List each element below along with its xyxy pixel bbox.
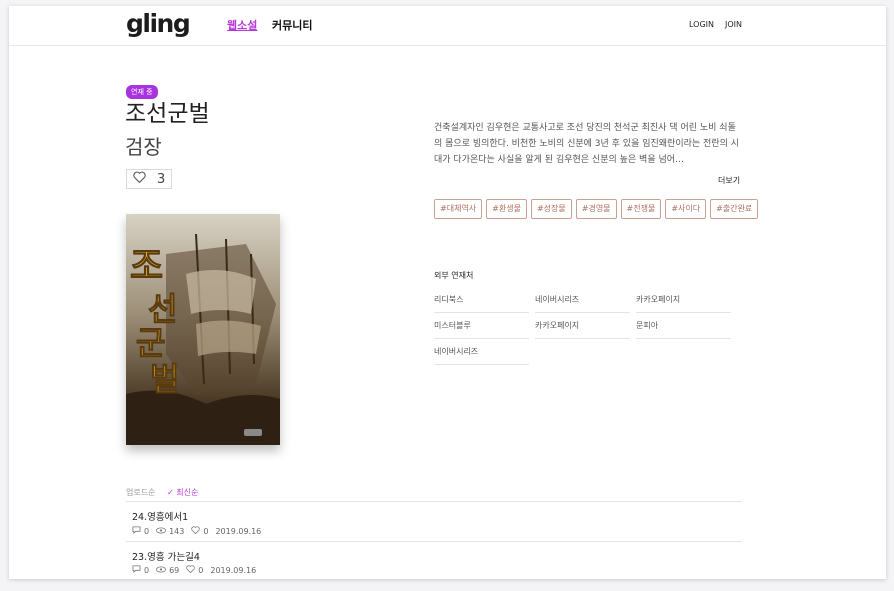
external-platform-link[interactable]: 카카오페이지 [636, 287, 731, 313]
login-link[interactable]: LOGIN [689, 20, 714, 29]
external-platform-link[interactable]: 리디북스 [434, 287, 529, 313]
eye-icon [156, 526, 167, 536]
tag[interactable]: #대체역사 [434, 199, 483, 219]
tag[interactable]: #전쟁물 [620, 199, 662, 219]
divider [126, 501, 742, 502]
external-platforms-list: 리디북스 네이버시리즈 카카오페이지 미스터블루 카카오페이지 문피아 네이버시… [434, 287, 734, 365]
heart-icon [191, 526, 201, 536]
like-count: 0 [203, 526, 209, 536]
sort-upload-order[interactable]: 업로드순 [126, 487, 155, 498]
svg-text:선: 선 [148, 290, 177, 328]
episode-title[interactable]: 24.영흥에서1 [132, 509, 188, 523]
tag[interactable]: #경영물 [575, 199, 617, 219]
external-platform-link[interactable]: 카카오페이지 [535, 313, 630, 339]
external-platforms-title: 외부 연재처 [434, 271, 474, 280]
header: gling 웹소설 커뮤니티 LOGIN JOIN [9, 6, 886, 46]
like-button[interactable]: 3 [126, 169, 172, 189]
sort-latest[interactable]: ✓ 최신순 [167, 487, 198, 498]
join-link[interactable]: JOIN [725, 20, 742, 29]
heart-icon [132, 171, 146, 187]
novel-title: 조선군벌 [125, 101, 210, 127]
episode-meta: 0 69 0 2019.09.16 [132, 565, 256, 575]
nav-community[interactable]: 커뮤니티 [272, 17, 312, 33]
view-count: 143 [169, 526, 185, 536]
view-count: 69 [169, 565, 180, 575]
comment-count: 0 [144, 565, 150, 575]
episode-date: 2019.09.16 [215, 526, 262, 536]
external-platform-link[interactable]: 미스터블루 [434, 313, 529, 339]
logo[interactable]: gling [126, 9, 191, 38]
novel-author[interactable]: 검장 [125, 131, 162, 160]
tag[interactable]: #환생물 [486, 199, 527, 219]
status-badge: 연재 중 [126, 85, 158, 99]
episode-title[interactable]: 23.영흥 가는길4 [132, 549, 200, 563]
nav-webnovel[interactable]: 웹소설 [227, 17, 257, 33]
comment-icon [132, 526, 141, 536]
svg-text:조: 조 [130, 246, 163, 287]
tag[interactable]: #사이다 [665, 199, 707, 219]
external-platform-link[interactable]: 네이버시리즈 [434, 339, 529, 365]
episode-meta: 0 143 0 2019.09.16 [132, 526, 261, 536]
like-count: 3 [157, 171, 166, 187]
comment-count: 0 [144, 526, 150, 536]
more-button[interactable]: 더보기 [718, 175, 740, 186]
external-platform-link[interactable]: 네이버시리즈 [535, 287, 630, 313]
svg-text:군: 군 [136, 324, 165, 362]
episode-date: 2019.09.16 [210, 565, 257, 575]
external-platform-link[interactable]: 문피아 [636, 313, 731, 339]
novel-description: 건축설계자인 김우현은 교통사고로 조선 당진의 천석군 최진사 댁 어린 노비… [434, 123, 740, 165]
like-count: 0 [198, 565, 204, 575]
tag-list: #대체역사 #환생물 #성장물 #경영물 #전쟁물 #사이다 #출간완료 [434, 199, 759, 219]
eye-icon [156, 565, 167, 575]
divider [126, 541, 742, 542]
comment-icon [132, 565, 141, 575]
page-frame: gling 웹소설 커뮤니티 LOGIN JOIN 연재 중 조선군벌 검장 3 [9, 6, 886, 579]
heart-icon [186, 565, 195, 575]
cover-image: 조 선 군 벌 [126, 214, 280, 445]
tag[interactable]: #성장물 [530, 199, 572, 219]
tag[interactable]: #출간완료 [710, 199, 759, 219]
svg-text:벌: 벌 [150, 360, 179, 398]
